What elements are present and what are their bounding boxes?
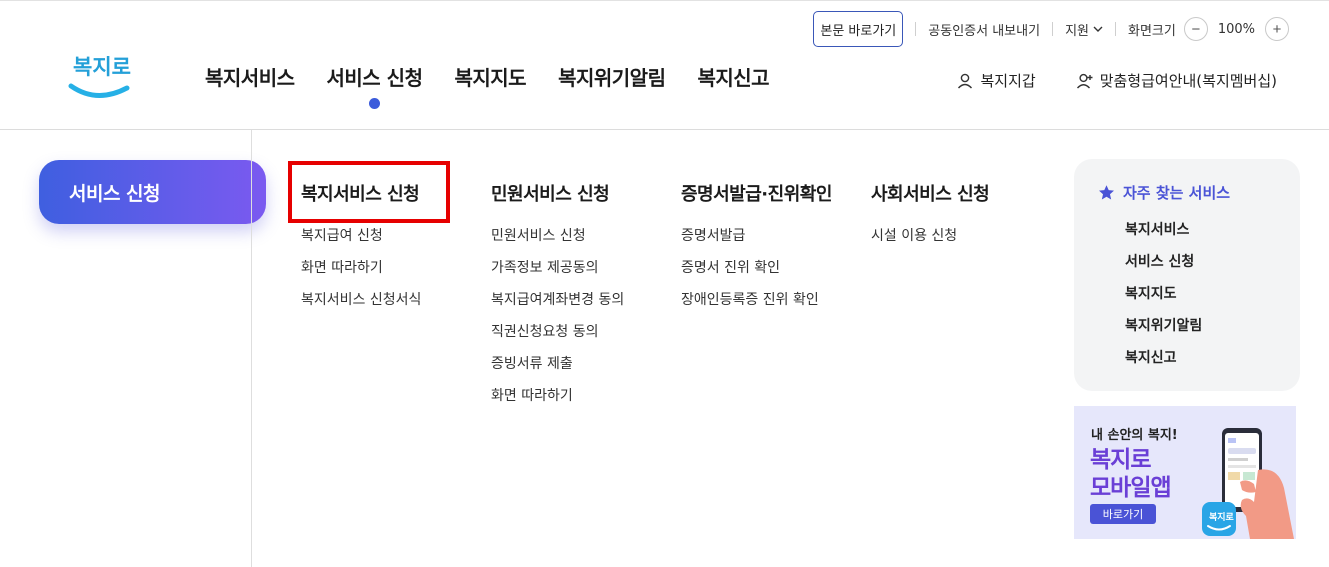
wallet-link[interactable]: 복지지갑 <box>956 70 1036 91</box>
banner-subtitle: 내 손안의 복지! <box>1091 428 1178 443</box>
app-icon-text: 복지로 <box>1209 511 1235 523</box>
column-title[interactable]: 민원서비스 신청 <box>491 184 610 205</box>
zoom-label: 화면크기 <box>1127 23 1176 39</box>
frequent-services-panel: 자주 찾는 서비스 복지서비스 서비스 신청 복지지도 복지위기알림 복지신고 <box>1074 159 1300 391</box>
column-list: 복지급여 신청 화면 따라하기 복지서비스 신청서식 <box>301 225 421 321</box>
phone-in-hand-icon: 복지로 <box>1202 428 1294 539</box>
frequent-link[interactable]: 복지지도 <box>1125 286 1177 302</box>
frequent-link[interactable]: 서비스 신청 <box>1125 254 1194 270</box>
menu-link[interactable]: 가족정보 제공동의 <box>491 260 599 276</box>
gnb-service-apply[interactable]: 서비스 신청 <box>326 62 423 109</box>
gnb-welfare-service[interactable]: 복지서비스 <box>205 62 295 91</box>
menu-link[interactable]: 증빙서류 제출 <box>491 356 573 372</box>
menu-link[interactable]: 복지급여계좌변경 동의 <box>491 292 624 308</box>
menu-link[interactable]: 직권신청요청 동의 <box>491 324 599 340</box>
divider <box>915 22 917 36</box>
zoom-value: 100% <box>1217 21 1255 37</box>
gnb-welfare-report[interactable]: 복지신고 <box>697 62 769 91</box>
main-nav: 복지서비스 서비스 신청 복지지도 복지위기알림 복지신고 <box>205 62 770 109</box>
menu-link[interactable]: 복지급여 신청 <box>301 228 383 244</box>
column-title[interactable]: 사회서비스 신청 <box>871 184 990 205</box>
header-divider <box>0 129 1329 130</box>
star-icon <box>1099 185 1114 200</box>
page: 본문 바로가기 공동인증서 내보내기 지원 화면크기 − 100% + 복지로 … <box>0 0 1329 567</box>
menu-link[interactable]: 시설 이용 신청 <box>871 228 957 244</box>
top-border <box>0 0 1329 1</box>
column-list: 증명서발급 증명서 진위 확인 장애인등록증 진위 확인 <box>681 225 832 321</box>
mobile-app-banner[interactable]: 내 손안의 복지! 복지로 모바일앱 바로가기 복지로 <box>1074 406 1296 539</box>
chevron-down-icon <box>1093 26 1103 32</box>
submenu-title-pill: 서비스 신청 <box>39 160 266 224</box>
banner-title-line1: 복지로 <box>1090 447 1151 473</box>
banner-title: 복지로 모바일앱 <box>1090 446 1172 502</box>
header-right-links: 복지지갑 맞춤형급여안내(복지멤버십) <box>956 70 1277 91</box>
column-list: 시설 이용 신청 <box>871 225 989 257</box>
menu-link[interactable]: 장애인등록증 진위 확인 <box>681 292 819 308</box>
site-logo[interactable]: 복지로 <box>67 50 133 102</box>
frequent-link[interactable]: 복지신고 <box>1125 350 1177 366</box>
frequent-link[interactable]: 복지위기알림 <box>1125 318 1202 334</box>
zoom-in-button[interactable]: + <box>1265 17 1289 41</box>
zoom-out-button[interactable]: − <box>1183 17 1208 41</box>
gnb-welfare-map[interactable]: 복지지도 <box>454 62 526 91</box>
menu-column-civil-apply: 민원서비스 신청 민원서비스 신청 가족정보 제공동의 복지급여계좌변경 동의 … <box>491 180 624 417</box>
utility-bar: 본문 바로가기 공동인증서 내보내기 지원 화면크기 − 100% + <box>813 11 1289 47</box>
vertical-divider <box>251 130 252 567</box>
gnb-crisis-alert[interactable]: 복지위기알림 <box>558 62 666 91</box>
menu-link[interactable]: 화면 따라하기 <box>301 260 383 276</box>
column-list: 민원서비스 신청 가족정보 제공동의 복지급여계좌변경 동의 직권신청요청 동의… <box>491 225 624 417</box>
cert-export-link[interactable]: 공동인증서 내보내기 <box>928 20 1040 39</box>
user-icon <box>958 73 973 88</box>
highlight-box <box>288 161 450 223</box>
frequent-services-label: 자주 찾는 서비스 <box>1123 184 1231 202</box>
menu-link[interactable]: 화면 따라하기 <box>491 388 573 404</box>
wallet-label: 복지지갑 <box>980 72 1036 90</box>
frequent-link[interactable]: 복지서비스 <box>1125 222 1189 238</box>
active-indicator-dot <box>369 98 381 109</box>
column-title[interactable]: 증명서발급·진위확인 <box>681 184 832 205</box>
logo-text: 복지로 <box>73 55 131 79</box>
user-plus-icon <box>1076 73 1093 88</box>
custom-benefit-label: 맞춤형급여안내(복지멤버십) <box>1099 72 1277 90</box>
menu-link[interactable]: 복지서비스 신청서식 <box>301 292 421 308</box>
support-dropdown[interactable]: 지원 <box>1065 20 1103 39</box>
menu-column-certificate: 증명서발급·진위확인 증명서발급 증명서 진위 확인 장애인등록증 진위 확인 <box>681 180 832 321</box>
divider <box>1052 22 1054 36</box>
bokjiro-logo-icon: 복지로 <box>68 55 131 98</box>
menu-column-social-service: 사회서비스 신청 시설 이용 신청 <box>871 180 990 257</box>
frequent-services-title: 자주 찾는 서비스 <box>1098 182 1230 203</box>
divider <box>1114 22 1116 36</box>
menu-link[interactable]: 증명서 진위 확인 <box>681 260 780 276</box>
banner-go-button[interactable]: 바로가기 <box>1090 504 1156 524</box>
frequent-services-list: 복지서비스 서비스 신청 복지지도 복지위기알림 복지신고 <box>1125 219 1202 379</box>
menu-link[interactable]: 민원서비스 신청 <box>491 228 586 244</box>
skip-to-content-button[interactable]: 본문 바로가기 <box>813 11 904 47</box>
custom-benefit-link[interactable]: 맞춤형급여안내(복지멤버십) <box>1076 70 1277 91</box>
support-label: 지원 <box>1065 23 1089 39</box>
banner-title-line2: 모바일앱 <box>1090 475 1172 501</box>
gnb-service-apply-label: 서비스 신청 <box>326 66 423 90</box>
menu-link[interactable]: 증명서발급 <box>681 228 745 244</box>
